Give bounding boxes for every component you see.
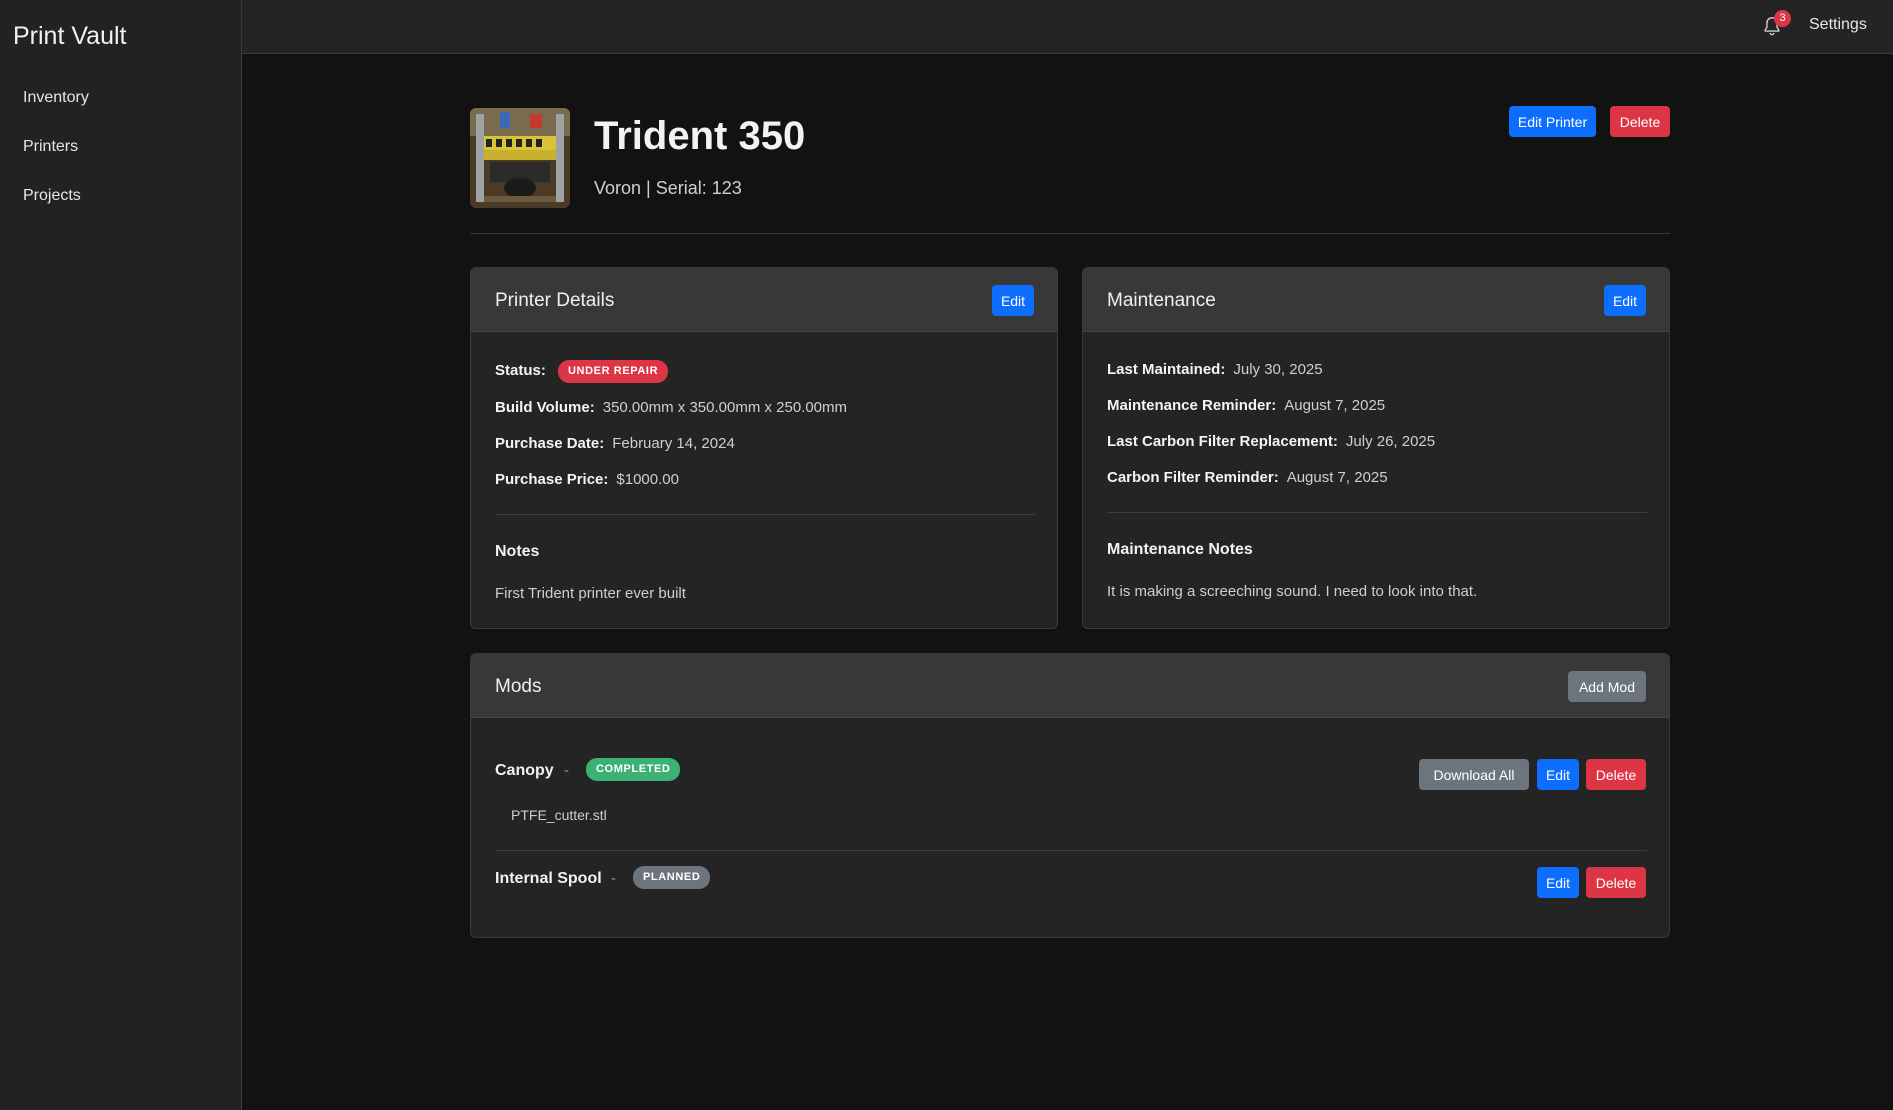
mods-divider [495, 850, 1647, 851]
mods-title: Mods [495, 676, 542, 697]
build-volume-value: 350.00mm x 350.00mm x 250.00mm [602, 399, 848, 416]
build-volume-label: Build Volume: [495, 399, 595, 416]
delete-printer-button[interactable]: Delete [1610, 106, 1670, 137]
purchase-date-label: Purchase Date: [495, 435, 605, 452]
notes-heading: Notes [495, 543, 540, 560]
maintenance-notes-text: It is making a screeching sound. I need … [1107, 583, 1478, 600]
purchase-date-field: Purchase Date: February 14, 2024 [495, 435, 735, 452]
last-maintained-field: Last Maintained: July 30, 2025 [1107, 361, 1323, 378]
mod-status-badge-planned: PLANNED [633, 866, 711, 889]
app-title[interactable]: Print Vault [13, 22, 126, 51]
top-bar [242, 0, 1893, 54]
mod-status-container: COMPLETED [586, 758, 681, 781]
mod-name-internal-spool: Internal Spool [495, 870, 602, 887]
mod-separator: - [564, 762, 569, 779]
build-volume-field: Build Volume: 350.00mm x 350.00mm x 250.0… [495, 399, 847, 416]
maintenance-reminder-label: Maintenance Reminder: [1107, 397, 1277, 414]
mods-card: Mods Add Mod Canopy - COMPLETED PTFE_cut… [470, 653, 1670, 938]
printer-subtitle: Voron | Serial: 123 [594, 178, 742, 198]
mod-separator: - [611, 870, 616, 887]
status-badge: UNDER REPAIR [558, 360, 669, 383]
mod-file-link[interactable]: PTFE_cutter.stl [511, 807, 607, 823]
edit-details-button[interactable]: Edit [992, 285, 1034, 316]
maintenance-header: Maintenance Edit [1083, 268, 1669, 332]
delete-mod-button[interactable]: Delete [1586, 867, 1646, 898]
carbon-replacement-label: Last Carbon Filter Replacement: [1107, 433, 1338, 450]
header-divider [470, 233, 1670, 234]
maintenance-reminder-field: Maintenance Reminder: August 7, 2025 [1107, 397, 1385, 414]
page-title: Trident 350 [594, 114, 806, 158]
purchase-date-value: February 14, 2024 [612, 435, 735, 452]
settings-link[interactable]: Settings [1809, 16, 1867, 34]
notification-count-badge: 3 [1774, 10, 1791, 27]
purchase-price-field: Purchase Price: $1000.00 [495, 471, 679, 488]
sidebar: Print Vault Inventory Printers Projects [0, 0, 242, 1110]
maintenance-title: Maintenance [1107, 290, 1216, 311]
last-maintained-value: July 30, 2025 [1233, 361, 1323, 378]
carbon-reminder-value: August 7, 2025 [1286, 469, 1388, 486]
delete-mod-button[interactable]: Delete [1586, 759, 1646, 790]
printer-details-header: Printer Details Edit [471, 268, 1057, 332]
mod-status-badge-completed: COMPLETED [586, 758, 681, 781]
printer-photo [470, 108, 570, 208]
details-divider [495, 514, 1035, 515]
mods-header: Mods Add Mod [471, 654, 1669, 718]
printer-details-card: Printer Details Edit Status: UNDER REPAI… [470, 267, 1058, 629]
carbon-reminder-label: Carbon Filter Reminder: [1107, 469, 1279, 486]
status-label: Status: [495, 362, 546, 380]
purchase-price-label: Purchase Price: [495, 471, 609, 488]
status-field: Status: UNDER REPAIR [495, 360, 669, 383]
edit-printer-button[interactable]: Edit Printer [1509, 106, 1596, 137]
sidebar-item-inventory[interactable]: Inventory [23, 89, 89, 107]
carbon-reminder-field: Carbon Filter Reminder: August 7, 2025 [1107, 469, 1388, 486]
notes-text: First Trident printer ever built [495, 585, 686, 602]
maintenance-notes-heading: Maintenance Notes [1107, 541, 1253, 558]
last-maintained-label: Last Maintained: [1107, 361, 1226, 378]
carbon-replacement-value: July 26, 2025 [1345, 433, 1436, 450]
mod-name-canopy: Canopy [495, 762, 554, 779]
maintenance-reminder-value: August 7, 2025 [1284, 397, 1386, 414]
edit-maintenance-button[interactable]: Edit [1604, 285, 1646, 316]
mod-status-container: PLANNED [633, 866, 711, 889]
sidebar-item-projects[interactable]: Projects [23, 187, 81, 205]
sidebar-item-printers[interactable]: Printers [23, 138, 78, 156]
maintenance-card: Maintenance Edit Last Maintained: July 30… [1082, 267, 1670, 629]
carbon-replacement-field: Last Carbon Filter Replacement: July 26, … [1107, 433, 1435, 450]
maintenance-divider [1107, 512, 1647, 513]
edit-mod-button[interactable]: Edit [1537, 867, 1579, 898]
edit-mod-button[interactable]: Edit [1537, 759, 1579, 790]
purchase-price-value: $1000.00 [616, 471, 679, 488]
add-mod-button[interactable]: Add Mod [1568, 671, 1646, 702]
download-all-button[interactable]: Download All [1419, 759, 1529, 790]
printer-details-title: Printer Details [495, 290, 615, 311]
